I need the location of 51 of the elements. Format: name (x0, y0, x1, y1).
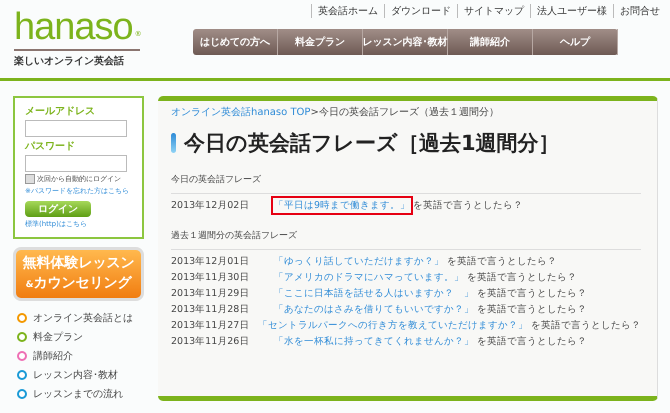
phrase-suffix: を英語で言うとしたら？ (477, 286, 587, 300)
section-heading: 過去１週間分の英会話フレーズ (171, 229, 641, 250)
phrase-link[interactable]: 「ここに日本語を話せる人はいますか？ 」 (271, 284, 477, 302)
nav-button[interactable]: ヘルプ (533, 29, 618, 55)
phrase-link[interactable]: 「あなたのはさみを借りてもいいですか？」 (271, 300, 477, 318)
side-menu-link[interactable]: 講師紹介 (33, 349, 73, 363)
phrase-suffix: を英語で言うとしたら？ (531, 318, 641, 332)
nav-button[interactable]: 講師紹介 (448, 29, 533, 55)
phrase-date: 2013年11月27日 (171, 318, 250, 332)
phrase-link[interactable]: 「水を一杯私に持ってきてくれませんか？」 (271, 332, 477, 350)
phrase-suffix: を英語で言うとしたら？ (477, 334, 587, 348)
top-link[interactable]: サイトマップ (457, 4, 530, 18)
phrase-suffix: を英語で言うとしたら？ (413, 198, 524, 212)
breadcrumb-link[interactable]: オンライン英会話hanaso TOP (171, 105, 310, 119)
phrase-suffix: を英語で言うとしたら？ (447, 254, 557, 268)
logo-tagline: 楽しいオンライン英会話 (14, 49, 140, 68)
side-menu-link[interactable]: オンライン英会話とは (33, 311, 133, 325)
page-title: 今日の英会話フレーズ［過去1週間分］ (184, 130, 560, 157)
nav-button[interactable]: 料金プラン (278, 29, 363, 55)
phrase-date: 2013年11月28日 (171, 302, 250, 316)
nav-button[interactable]: はじめての方へ (193, 29, 278, 55)
phrase-link[interactable]: 「セントラルパークへの行き方を教えていただけますか？」 (255, 316, 531, 334)
phrase-date: 2013年11月29日 (171, 286, 250, 300)
email-label: メールアドレス (25, 105, 96, 118)
free-trial-button[interactable]: 無料体験レッスン &カウンセリング (13, 247, 144, 301)
remember-checkbox[interactable] (25, 174, 35, 184)
phrase-date: 2013年12月02日 (171, 198, 250, 212)
phrase-link[interactable]: 「アメリカのドラマにハマっています。」 (271, 268, 467, 286)
side-menu-link[interactable]: レッスンまでの流れ (33, 387, 123, 401)
nav-button[interactable]: レッスン内容･教材 (363, 29, 448, 55)
phrase-suffix: を英語で言うとしたら？ (477, 302, 587, 316)
login-button[interactable]: ログイン (25, 201, 91, 217)
side-menu-link[interactable]: レッスン内容･教材 (33, 368, 118, 382)
top-link[interactable]: 英会話ホーム (311, 4, 384, 18)
email-field[interactable] (25, 120, 127, 137)
phrase-date: 2013年11月30日 (171, 270, 250, 284)
title-bar-icon (171, 133, 176, 153)
side-menu-link[interactable]: 料金プラン (33, 330, 83, 344)
breadcrumb-current: >今日の英会話フレーズ（過去１週間分） (310, 106, 499, 119)
password-field[interactable] (25, 155, 127, 172)
top-link[interactable]: ダウンロード (384, 4, 457, 18)
phrase-date: 2013年11月26日 (171, 334, 250, 348)
phrase-link[interactable]: 「平日は9時まで働きます。」 (271, 196, 414, 214)
logo-wordmark[interactable]: hanaso (14, 8, 133, 46)
phrase-link[interactable]: 「ゆっくり話していただけますか？」 (271, 252, 447, 270)
password-label: パスワード (25, 140, 76, 153)
top-link[interactable]: 法人ユーザー様 (530, 4, 613, 18)
section-heading: 今日の英会話フレーズ (171, 173, 641, 194)
top-link[interactable]: お問合せ (613, 4, 666, 18)
phrase-suffix: を英語で言うとしたら？ (467, 270, 577, 284)
phrase-date: 2013年12月01日 (171, 254, 250, 268)
